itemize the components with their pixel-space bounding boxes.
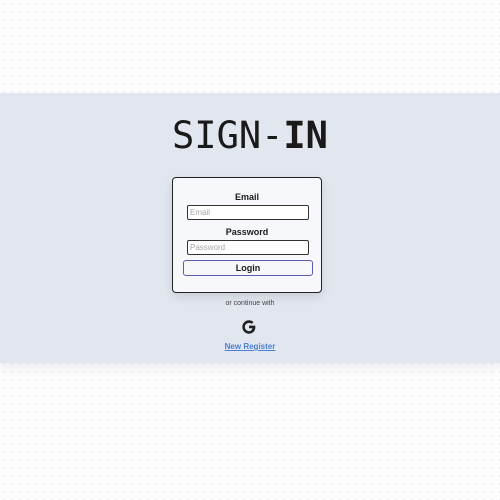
login-button[interactable]: Login: [183, 260, 313, 276]
page-title: SIGN-IN: [0, 114, 500, 158]
password-field[interactable]: [187, 240, 309, 255]
new-register-link[interactable]: New Register: [225, 342, 276, 351]
email-field[interactable]: [187, 205, 309, 220]
email-label: Email: [234, 192, 259, 202]
password-label: Password: [225, 227, 269, 237]
register-link-container: New Register: [0, 342, 500, 352]
continue-with-text: or continue with: [225, 300, 275, 307]
google-g-glyph: [242, 320, 256, 334]
login-card: Email Password Login: [172, 177, 322, 293]
page-title-bold: IN: [283, 114, 328, 157]
google-icon[interactable]: [239, 317, 259, 337]
page-title-prefix: SIGN-: [172, 114, 284, 157]
